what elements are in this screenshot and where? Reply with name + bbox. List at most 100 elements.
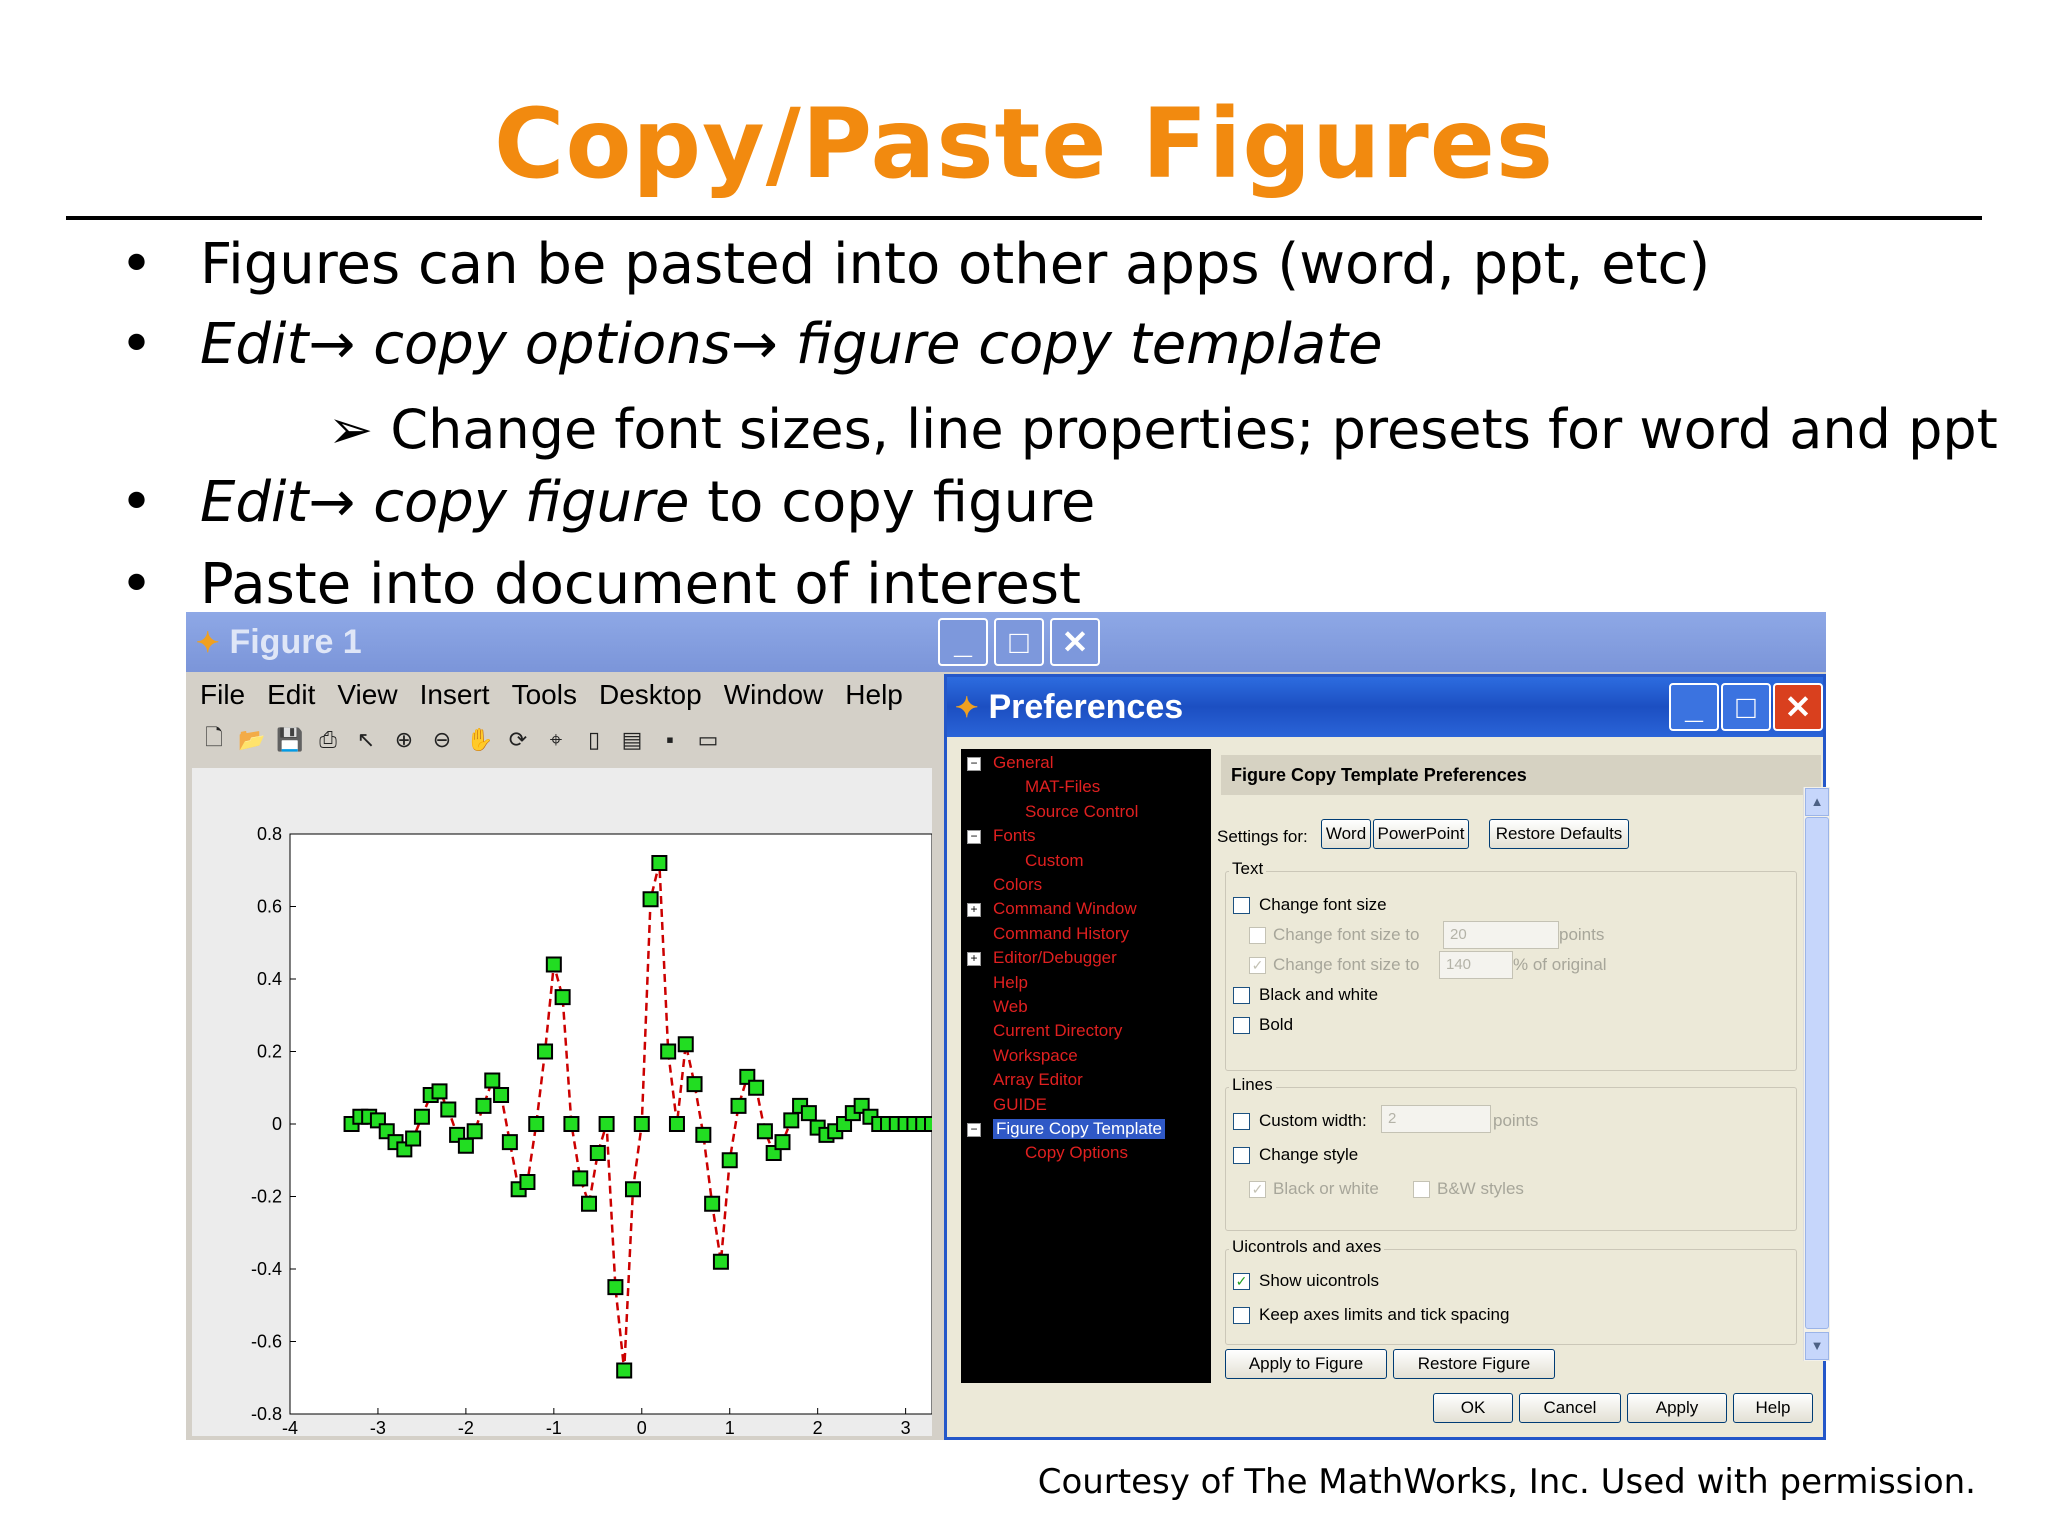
cancel-button[interactable]: Cancel	[1519, 1393, 1621, 1423]
close-button[interactable]: ✕	[1050, 618, 1100, 666]
tree-expand-icon[interactable]: −	[967, 1123, 981, 1137]
tree-expand-icon[interactable]: +	[967, 903, 981, 918]
restore-figure-button[interactable]: Restore Figure	[1393, 1349, 1555, 1379]
legend-icon[interactable]: ▤	[618, 726, 646, 754]
black-and-white-checkbox[interactable]	[1233, 987, 1250, 1004]
menu-desktop[interactable]: Desktop	[599, 679, 702, 711]
pref-close-button[interactable]: ✕	[1773, 683, 1823, 731]
scroll-down-icon[interactable]: ▼	[1805, 1332, 1829, 1360]
show-tools-icon[interactable]: ▭	[694, 726, 722, 754]
data-cursor-icon[interactable]: ⌖	[542, 726, 570, 754]
slide-title: Copy/Paste Figures	[493, 88, 1555, 200]
zoom-out-icon[interactable]: ⊖	[428, 726, 456, 754]
menu-file[interactable]: File	[200, 679, 245, 711]
print-icon[interactable]: ⎙	[314, 726, 342, 754]
minimize-button[interactable]: _	[938, 618, 988, 666]
apply-to-figure-button[interactable]: Apply to Figure	[1225, 1349, 1387, 1379]
keep-axes-label: Keep axes limits and tick spacing	[1259, 1305, 1510, 1324]
tree-item[interactable]: Colors	[993, 875, 1042, 895]
tree-item[interactable]: Current Directory	[993, 1021, 1122, 1041]
pref-minimize-button[interactable]: _	[1669, 683, 1719, 731]
menu-view[interactable]: View	[337, 679, 397, 711]
custom-width-field[interactable]: 2	[1381, 1105, 1491, 1133]
percent-radio[interactable]: ✓	[1249, 957, 1266, 974]
tree-item[interactable]: GUIDE	[993, 1095, 1047, 1115]
tree-item[interactable]: General	[993, 753, 1053, 773]
lines-group-title: Lines	[1229, 1075, 1276, 1095]
y-tick-label: 0.4	[257, 969, 282, 989]
data-marker	[431, 1083, 448, 1100]
menu-tools[interactable]: Tools	[512, 679, 577, 711]
menu-edit[interactable]: Edit	[267, 679, 315, 711]
tree-item[interactable]: Editor/Debugger	[993, 948, 1117, 968]
bullet-2: • Edit→ copy options→ figure copy templat…	[120, 312, 1383, 377]
change-style-checkbox[interactable]	[1233, 1147, 1250, 1164]
bold-checkbox[interactable]	[1233, 1017, 1250, 1034]
tree-item[interactable]: Figure Copy Template	[993, 1119, 1165, 1139]
font-size-to-radio[interactable]	[1249, 927, 1266, 944]
show-uicontrols-checkbox[interactable]: ✓	[1233, 1273, 1250, 1290]
scroll-up-icon[interactable]: ▲	[1805, 788, 1829, 816]
menu-window[interactable]: Window	[724, 679, 824, 711]
pref-maximize-button[interactable]: □	[1721, 683, 1771, 731]
tree-expand-icon[interactable]: −	[967, 830, 981, 845]
points-label-2: points	[1493, 1111, 1539, 1130]
title-divider	[66, 216, 1982, 220]
open-icon[interactable]: 📂	[238, 726, 266, 754]
hide-tools-icon[interactable]: ▪	[656, 726, 684, 754]
tree-item[interactable]: Command History	[993, 924, 1129, 944]
tree-item[interactable]: Array Editor	[993, 1070, 1083, 1090]
tree-item[interactable]: Copy Options	[1025, 1143, 1128, 1163]
change-font-size-checkbox[interactable]	[1233, 897, 1250, 914]
courtesy-note: Courtesy of The MathWorks, Inc. Used wit…	[1037, 1462, 1976, 1502]
tree-item[interactable]: Web	[993, 997, 1028, 1017]
tree-expand-icon[interactable]: +	[967, 952, 981, 967]
ok-button[interactable]: OK	[1433, 1393, 1513, 1423]
word-button[interactable]: Word	[1321, 819, 1371, 849]
data-marker	[800, 1105, 817, 1122]
restore-defaults-button[interactable]: Restore Defaults	[1489, 819, 1629, 849]
menu-help[interactable]: Help	[845, 679, 903, 711]
black-or-white-radio[interactable]: ✓	[1249, 1181, 1266, 1198]
tree-item[interactable]: Custom	[1025, 851, 1084, 871]
powerpoint-button[interactable]: PowerPoint	[1373, 819, 1469, 849]
bw-styles-radio[interactable]	[1413, 1181, 1430, 1198]
show-uicontrols-label: Show uicontrols	[1259, 1271, 1380, 1290]
bold-label: Bold	[1259, 1015, 1294, 1034]
pointer-icon[interactable]: ↖	[352, 726, 380, 754]
tree-item[interactable]: MAT-Files	[1025, 777, 1100, 797]
custom-width-label: Custom width:	[1259, 1111, 1367, 1130]
rotate-icon[interactable]: ⟳	[504, 726, 532, 754]
data-marker	[581, 1195, 598, 1212]
data-marker	[572, 1170, 589, 1187]
menu-insert[interactable]: Insert	[420, 679, 490, 711]
help-button[interactable]: Help	[1733, 1393, 1813, 1423]
tree-item[interactable]: Help	[993, 973, 1028, 993]
new-icon[interactable]: 🗋	[200, 725, 228, 754]
data-marker	[545, 956, 562, 973]
data-marker	[712, 1253, 729, 1270]
apply-button[interactable]: Apply	[1627, 1393, 1727, 1423]
data-marker	[651, 855, 668, 871]
figure-title: Figure 1	[229, 622, 362, 661]
tree-item[interactable]: Workspace	[993, 1046, 1078, 1066]
percent-field[interactable]: 140	[1439, 951, 1513, 979]
zoom-in-icon[interactable]: ⊕	[390, 726, 418, 754]
colorbar-icon[interactable]: ▯	[580, 726, 608, 754]
save-icon[interactable]: 💾	[276, 726, 304, 754]
custom-width-checkbox[interactable]	[1233, 1113, 1250, 1130]
tree-item[interactable]: Source Control	[1025, 802, 1138, 822]
pan-icon[interactable]: ✋	[466, 726, 494, 754]
tree-item[interactable]: Fonts	[993, 826, 1036, 846]
tree-item[interactable]: Command Window	[993, 899, 1137, 919]
maximize-button[interactable]: □	[994, 618, 1044, 666]
data-marker	[704, 1195, 721, 1212]
panel-scrollbar[interactable]: ▲ ▼	[1803, 787, 1830, 1361]
black-and-white-label: Black and white	[1259, 985, 1379, 1004]
tree-expand-icon[interactable]: −	[967, 757, 981, 771]
font-size-field[interactable]: 20	[1443, 921, 1559, 949]
data-marker	[528, 1116, 545, 1132]
matlab-logo-icon: ✦	[196, 626, 220, 658]
keep-axes-checkbox[interactable]	[1233, 1307, 1250, 1324]
scroll-thumb[interactable]	[1805, 817, 1829, 1329]
